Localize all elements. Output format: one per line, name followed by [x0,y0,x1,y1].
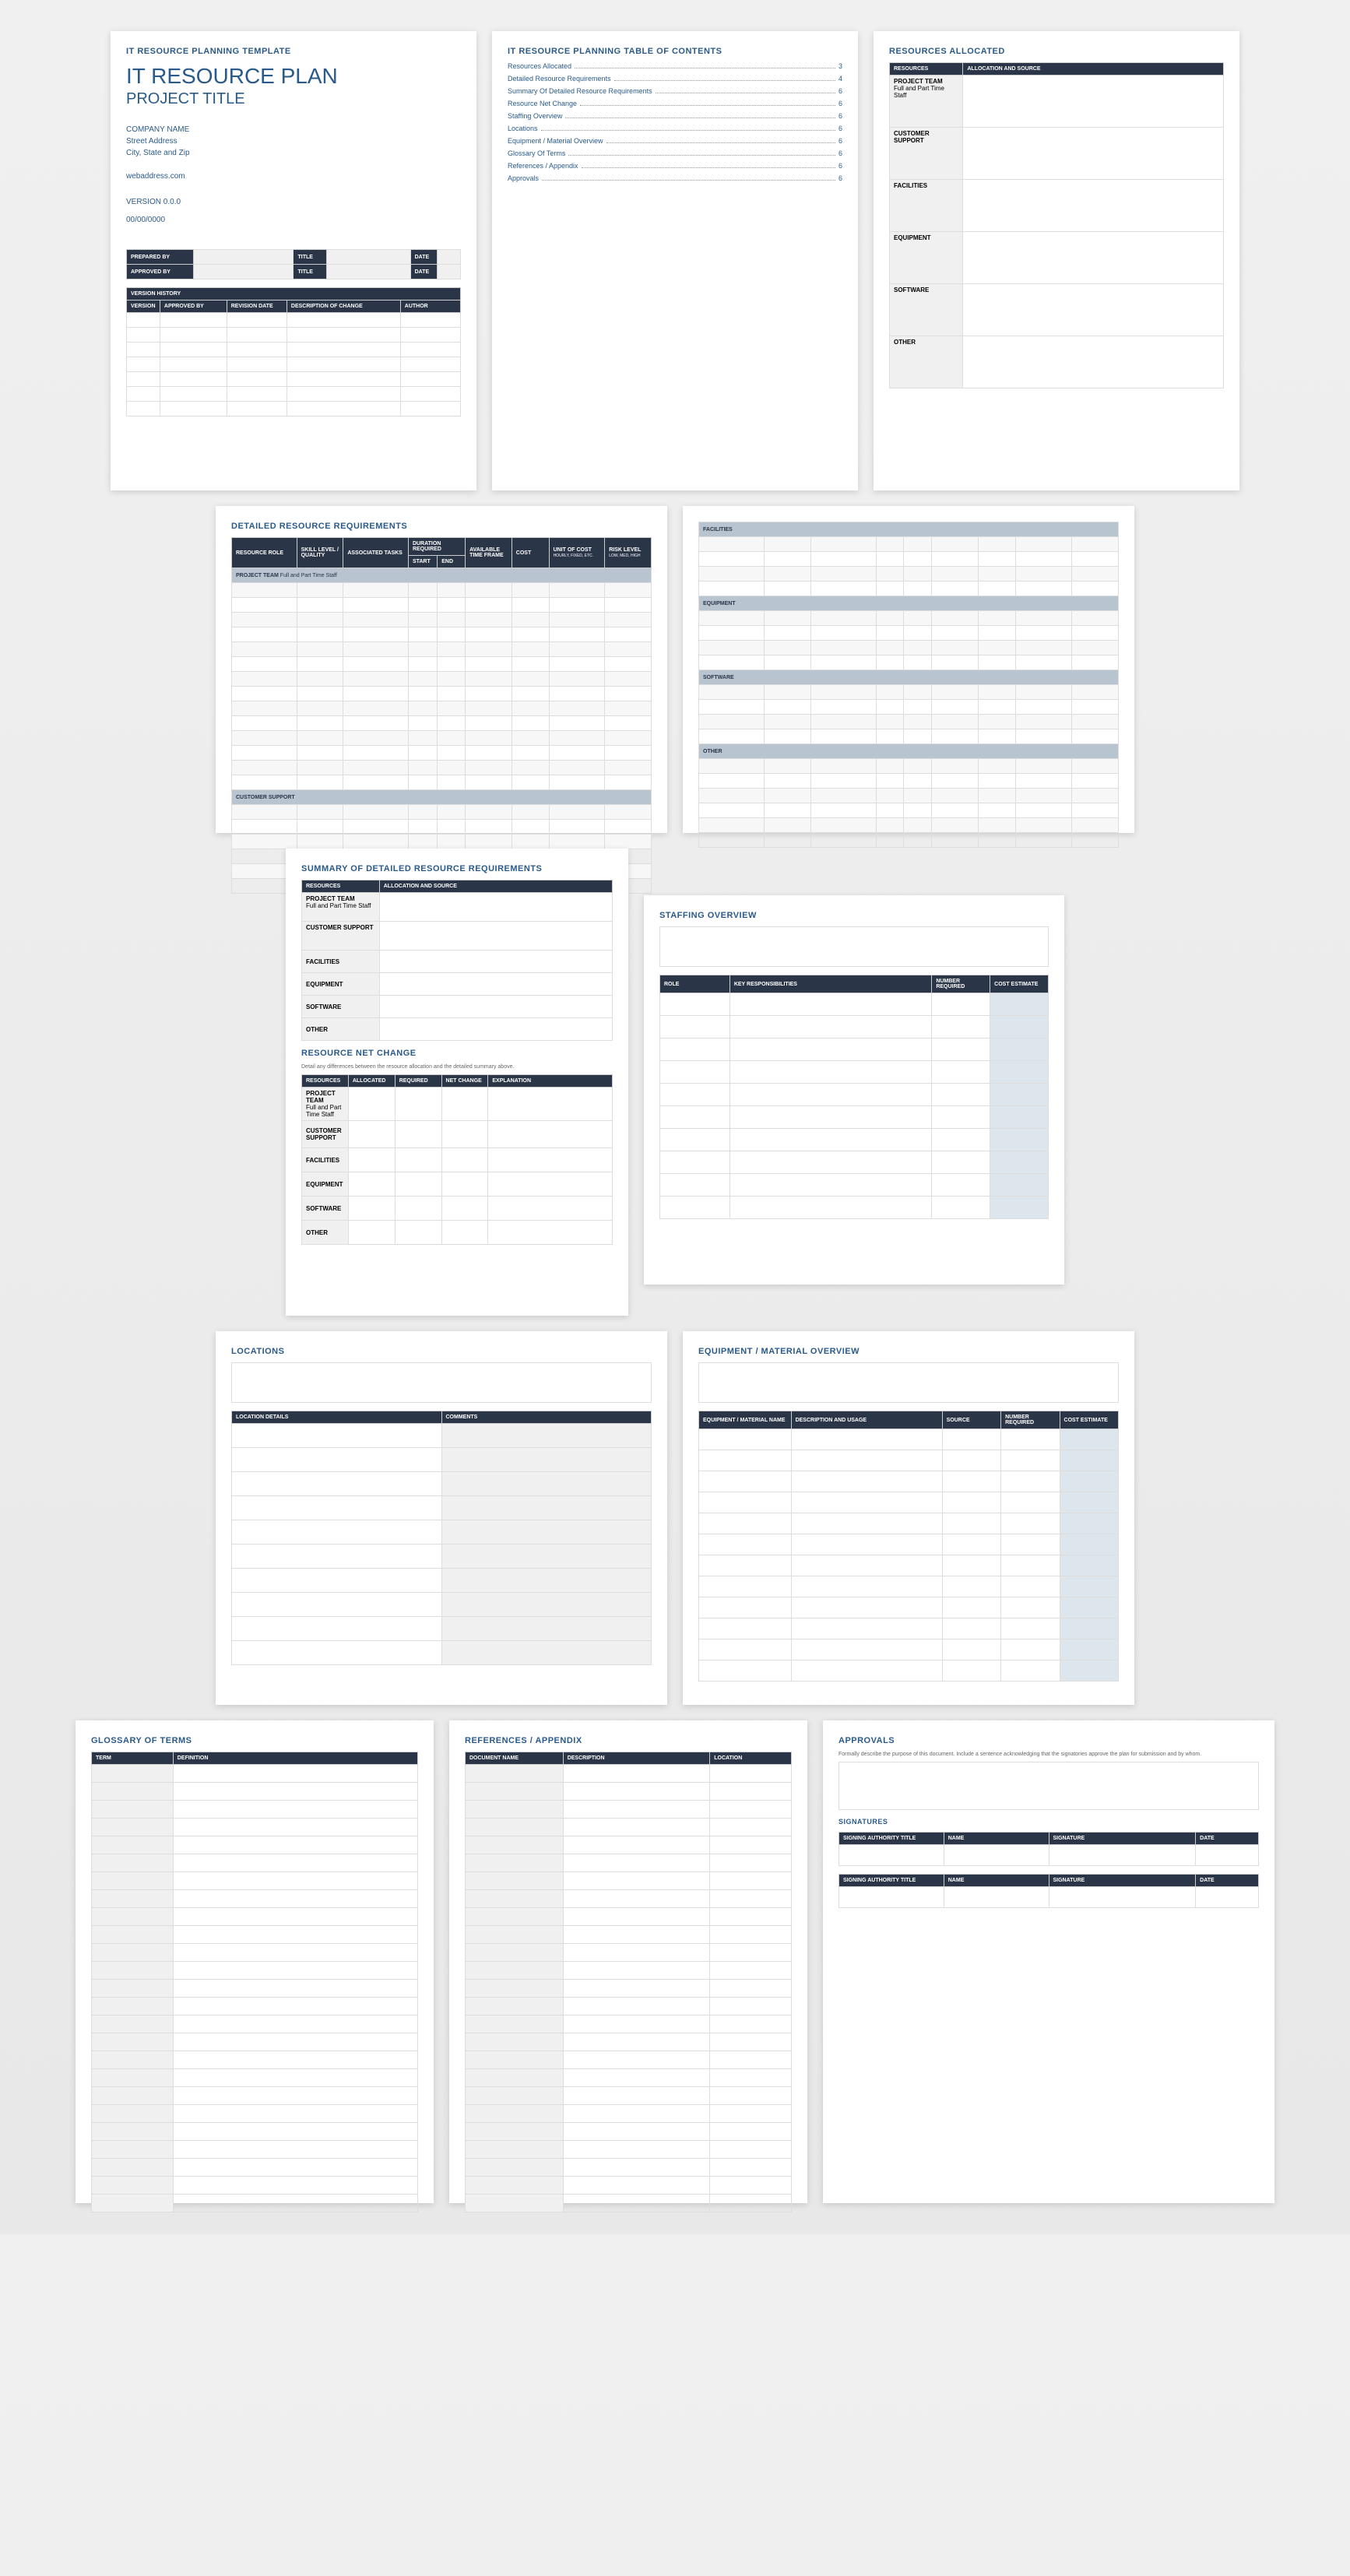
detailed-table-2: FACILITIES EQUIPMENT SOFTWARE OTHER [698,522,1119,848]
signatures-table-1: SIGNING AUTHORITY TITLE NAME SIGNATURE D… [838,1832,1259,1866]
company-name: COMPANY NAME [126,124,461,135]
toc-item: Staffing Overview6 [508,112,842,120]
version-history-heading: VERSION HISTORY [127,288,461,300]
staffing-notes-box [659,926,1049,967]
approvals-purpose-box [838,1762,1259,1810]
page-summary-netchange: SUMMARY OF DETAILED RESOURCE REQUIREMENT… [286,849,628,1316]
netchange-title: RESOURCE NET CHANGE [301,1049,613,1058]
company-block: COMPANY NAME Street Address City, State … [126,124,461,182]
page-resources-allocated: RESOURCES ALLOCATED RESOURCES ALLOCATION… [874,31,1239,490]
company-web: webaddress.com [126,170,461,182]
date-label: 00/00/0000 [126,216,461,224]
toc-item: Summary Of Detailed Resource Requirement… [508,87,842,95]
toc-item: Resources Allocated3 [508,62,842,70]
glossary-table: TERM DEFINITION [91,1752,418,2212]
equipment-notes-box [698,1362,1119,1403]
page-references: REFERENCES / APPENDIX DOCUMENT NAME DESC… [449,1720,807,2203]
toc-item: Glossary Of Terms6 [508,149,842,157]
approvals-title: APPROVALS [838,1736,1259,1745]
resources-allocated-table: RESOURCES ALLOCATION AND SOURCE PROJECT … [889,62,1224,388]
toc-title: IT RESOURCE PLANNING TABLE OF CONTENTS [508,47,842,56]
references-table: DOCUMENT NAME DESCRIPTION LOCATION [465,1752,792,2212]
company-citystate: City, State and Zip [126,147,461,159]
page-detailed-2: FACILITIES EQUIPMENT SOFTWARE OTHER [683,506,1134,833]
template-label: IT RESOURCE PLANNING TEMPLATE [126,47,461,56]
locations-table: LOCATION DETAILS COMMENTS [231,1411,652,1665]
netchange-note: Detail any differences between the resou… [301,1064,613,1070]
main-title: IT RESOURCE PLAN [126,64,461,89]
locations-notes-box [231,1362,652,1403]
page-approvals: APPROVALS Formally describe the purpose … [823,1720,1274,2203]
version-label: VERSION 0.0.0 [126,198,461,206]
detailed-title: DETAILED RESOURCE REQUIREMENTS [231,522,652,531]
page-equipment: EQUIPMENT / MATERIAL OVERVIEW EQUIPMENT … [683,1331,1134,1705]
resources-allocated-title: RESOURCES ALLOCATED [889,47,1224,56]
page-staffing: STAFFING OVERVIEW ROLE KEY RESPONSIBILIT… [644,895,1064,1284]
prepared-by-header: PREPARED BY [127,250,194,265]
locations-title: LOCATIONS [231,1347,652,1356]
staffing-table: ROLE KEY RESPONSIBILITIES NUMBER REQUIRE… [659,975,1049,1219]
signatures-table-2: SIGNING AUTHORITY TITLE NAME SIGNATURE D… [838,1874,1259,1908]
toc-item: Detailed Resource Requirements4 [508,75,842,83]
toc-item: Approvals6 [508,174,842,182]
signatures-title: SIGNATURES [838,1818,1259,1826]
version-history-table: VERSION HISTORY VERSION APPROVED BY REVI… [126,287,461,416]
toc-item: Equipment / Material Overview6 [508,137,842,145]
page-toc: IT RESOURCE PLANNING TABLE OF CONTENTS R… [492,31,858,490]
equipment-table: EQUIPMENT / MATERIAL NAME DESCRIPTION AN… [698,1411,1119,1682]
approved-by-header: APPROVED BY [127,265,194,279]
equipment-title: EQUIPMENT / MATERIAL OVERVIEW [698,1347,1119,1356]
project-subtitle: PROJECT TITLE [126,90,461,108]
toc-item: Resource Net Change6 [508,100,842,107]
detailed-table-1: RESOURCE ROLE SKILL LEVEL / QUALITY ASSO… [231,537,652,894]
staffing-title: STAFFING OVERVIEW [659,911,1049,920]
netchange-table: RESOURCES ALLOCATED REQUIRED NET CHANGE … [301,1074,613,1245]
approvals-note: Formally describe the purpose of this do… [838,1752,1259,1757]
page-cover: IT RESOURCE PLANNING TEMPLATE IT RESOURC… [111,31,476,490]
toc-item: References / Appendix6 [508,162,842,170]
date-header: DATE [410,250,437,265]
company-street: Street Address [126,135,461,147]
prepared-table: PREPARED BY TITLE DATE APPROVED BY TITLE… [126,249,461,279]
title-header: TITLE [294,250,327,265]
summary-table: RESOURCES ALLOCATION AND SOURCE PROJECT … [301,880,613,1041]
page-glossary: GLOSSARY OF TERMS TERM DEFINITION [76,1720,434,2203]
summary-title: SUMMARY OF DETAILED RESOURCE REQUIREMENT… [301,864,613,873]
page-locations: LOCATIONS LOCATION DETAILS COMMENTS [216,1331,667,1705]
glossary-title: GLOSSARY OF TERMS [91,1736,418,1745]
references-title: REFERENCES / APPENDIX [465,1736,792,1745]
page-detailed-1: DETAILED RESOURCE REQUIREMENTS RESOURCE … [216,506,667,833]
toc-item: Locations6 [508,125,842,132]
